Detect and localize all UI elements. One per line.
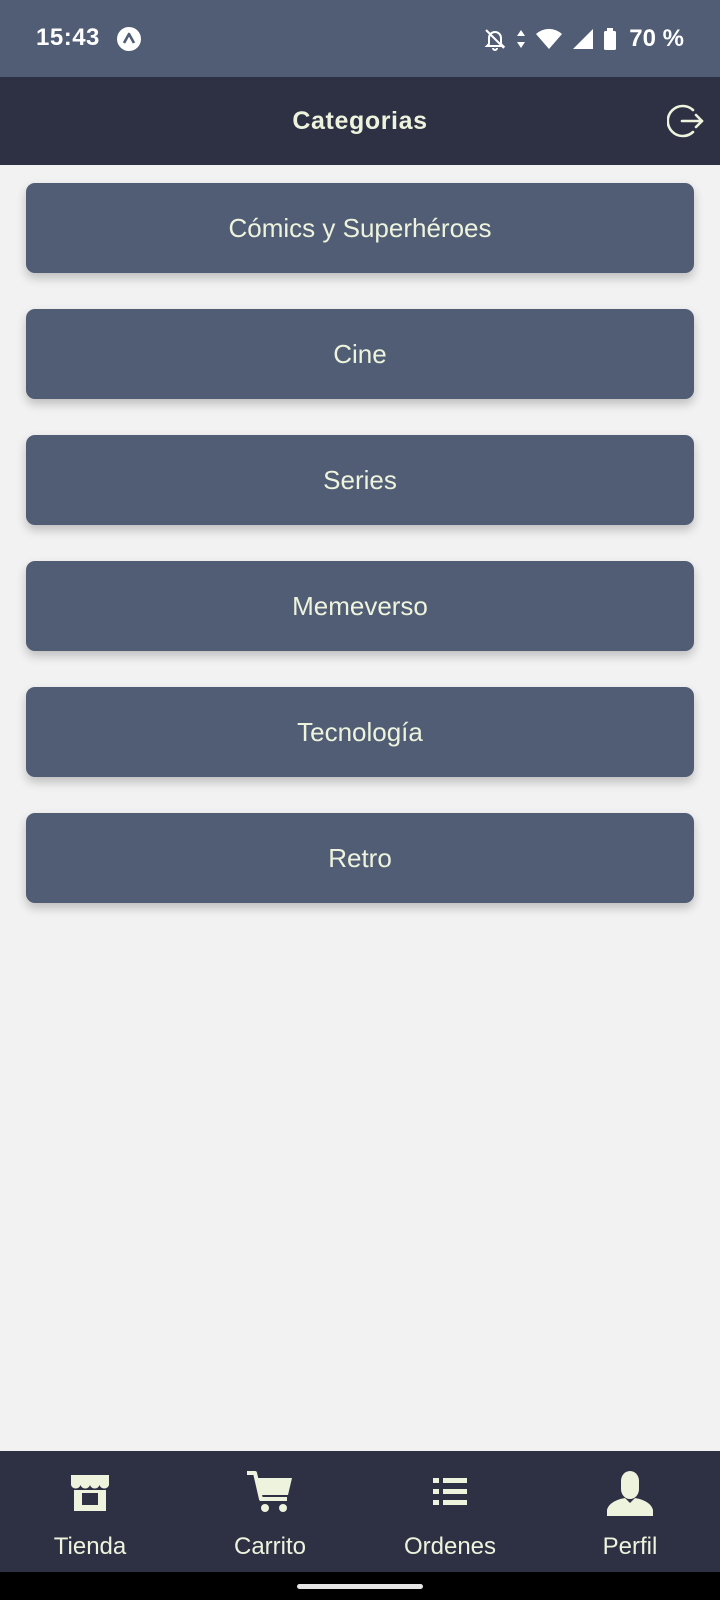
system-navigation-bar — [0, 1572, 720, 1600]
nav-label: Perfil — [602, 1533, 658, 1560]
category-button-retro[interactable]: Retro — [26, 813, 694, 903]
category-list: Cómics y Superhéroes Cine Series Memever… — [26, 183, 694, 939]
wifi-icon — [536, 28, 563, 49]
category-button-series[interactable]: Series — [26, 435, 694, 525]
nav-item-carrito[interactable]: Carrito — [180, 1451, 360, 1572]
app-header: Categorias — [0, 77, 720, 165]
category-button-cine[interactable]: Cine — [26, 309, 694, 399]
category-label: Cómics y Superhéroes — [228, 212, 492, 243]
nav-label: Tienda — [53, 1533, 127, 1560]
status-bar: 15:43 70 % — [0, 0, 720, 77]
logout-icon — [667, 104, 704, 138]
status-time: 15:43 — [36, 24, 100, 51]
nav-label: Carrito — [233, 1533, 306, 1560]
category-button-memeverso[interactable]: Memeverso — [26, 561, 694, 651]
list-icon — [433, 1478, 467, 1505]
category-label: Series — [323, 464, 397, 495]
status-icons: 70 % — [483, 24, 684, 54]
logout-button[interactable] — [666, 101, 706, 141]
nav-item-tienda[interactable]: Tienda — [0, 1451, 180, 1572]
bottom-nav: Tienda Carrito Ordenes Perfil — [0, 1451, 720, 1572]
battery-percent: 70 % — [629, 25, 684, 52]
category-button-tecnologia[interactable]: Tecnología — [26, 687, 694, 777]
nav-item-ordenes[interactable]: Ordenes — [360, 1451, 540, 1572]
page-title: Categorias — [292, 107, 428, 135]
category-button-comics[interactable]: Cómics y Superhéroes — [26, 183, 694, 273]
category-label: Cine — [333, 338, 387, 369]
user-icon — [607, 1471, 653, 1516]
home-indicator[interactable] — [297, 1584, 423, 1589]
nav-label: Ordenes — [403, 1533, 497, 1560]
app-notification-icon — [117, 27, 141, 51]
battery-icon — [604, 28, 617, 50]
store-icon — [71, 1475, 109, 1511]
category-label: Tecnología — [297, 716, 423, 747]
data-arrows-icon — [517, 30, 526, 48]
cart-icon — [247, 1471, 292, 1512]
nav-item-perfil[interactable]: Perfil — [540, 1451, 720, 1572]
bell-off-icon — [484, 29, 506, 51]
signal-icon — [573, 29, 594, 49]
category-label: Retro — [328, 842, 392, 873]
category-label: Memeverso — [292, 590, 428, 621]
